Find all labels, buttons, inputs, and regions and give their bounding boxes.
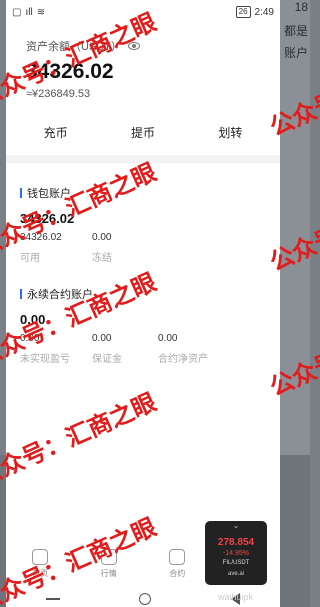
background-text: 账户: [283, 46, 308, 60]
unrealized-pnl-value: 0.00: [20, 333, 40, 344]
home-icon: [32, 549, 49, 565]
clock: 2:49: [254, 6, 274, 18]
withdraw-button[interactable]: 提币: [131, 124, 155, 141]
transfer-button[interactable]: 划转: [218, 124, 242, 141]
widget-change: -14.95%: [222, 550, 250, 557]
asset-cny-value: ≈¥236849.53: [26, 88, 91, 100]
status-bar: ▢ ıll ≋ 26 2:49: [6, 0, 280, 24]
frozen-value: 0.00: [92, 232, 112, 243]
wifi-icon: ≋: [36, 6, 46, 18]
divider: [6, 155, 280, 163]
widget-source: ave.ai: [227, 571, 244, 577]
tab-contract[interactable]: 合约: [157, 549, 197, 579]
chevron-down-icon[interactable]: ⌄: [205, 521, 267, 531]
perpetual-total: 0.00: [20, 312, 46, 327]
section-title: 钱包账户: [27, 188, 71, 200]
chart-icon: [100, 549, 117, 565]
menu-nav-icon[interactable]: [45, 597, 60, 600]
section-title: 永续合约账户: [27, 289, 93, 301]
available-value: 34326.02: [20, 232, 62, 243]
widget-price: 278.854: [217, 537, 255, 548]
watermark-credit: waihuipk: [218, 592, 254, 602]
perpetual-account-card[interactable]: 永续合约账户 0.00 0.00 0.00 0.00 未实现盈亏 保证金 合约净…: [6, 264, 280, 365]
eye-icon[interactable]: [127, 42, 140, 50]
asset-summary: 资产余额（USDT） 34326.02 ≈¥236849.53: [6, 24, 280, 100]
action-row: 充币 提币 划转: [6, 124, 280, 141]
section-marker: [20, 188, 22, 198]
wallet-account-card[interactable]: 钱包账户 34326.02 34326.02 0.00 可用 冻结: [6, 163, 280, 264]
background-text: 都是: [283, 24, 308, 38]
tab-label: 行情: [100, 569, 117, 578]
unrealized-pnl-label: 未实现盈亏: [20, 354, 70, 365]
price-widget[interactable]: ⌄ 278.854 -14.95% FIL/USDT ave.ai: [205, 521, 267, 585]
wallet-total: 34326.02: [20, 211, 75, 226]
frozen-label: 冻结: [92, 253, 112, 264]
asset-value: 34326.02: [26, 60, 114, 83]
asset-label: 资产余额（USDT）: [26, 41, 122, 53]
contract-icon: [169, 549, 186, 565]
tab-label: 首页: [32, 569, 49, 578]
notification-icon: ▢: [12, 6, 22, 18]
tab-label: 合约: [169, 569, 186, 578]
deposit-button[interactable]: 充币: [44, 124, 68, 141]
net-asset-label: 合约净资产: [158, 354, 208, 365]
margin-value: 0.00: [92, 333, 112, 344]
background-text: 18: [294, 0, 308, 14]
widget-pair: FIL/USDT: [222, 560, 250, 566]
available-label: 可用: [20, 253, 40, 264]
margin-label: 保证金: [92, 354, 122, 365]
tab-market[interactable]: 行情: [89, 549, 129, 579]
asset-sheet: ▢ ıll ≋ 26 2:49 资产余额（USDT） 34326.02 ≈¥23…: [6, 0, 280, 607]
signal-icon: ıll: [25, 6, 33, 18]
battery-icon: 26: [235, 6, 251, 18]
section-marker: [20, 289, 22, 299]
tab-home[interactable]: 首页: [20, 549, 60, 579]
net-asset-value: 0.00: [158, 333, 178, 344]
home-nav-icon[interactable]: [139, 592, 152, 605]
